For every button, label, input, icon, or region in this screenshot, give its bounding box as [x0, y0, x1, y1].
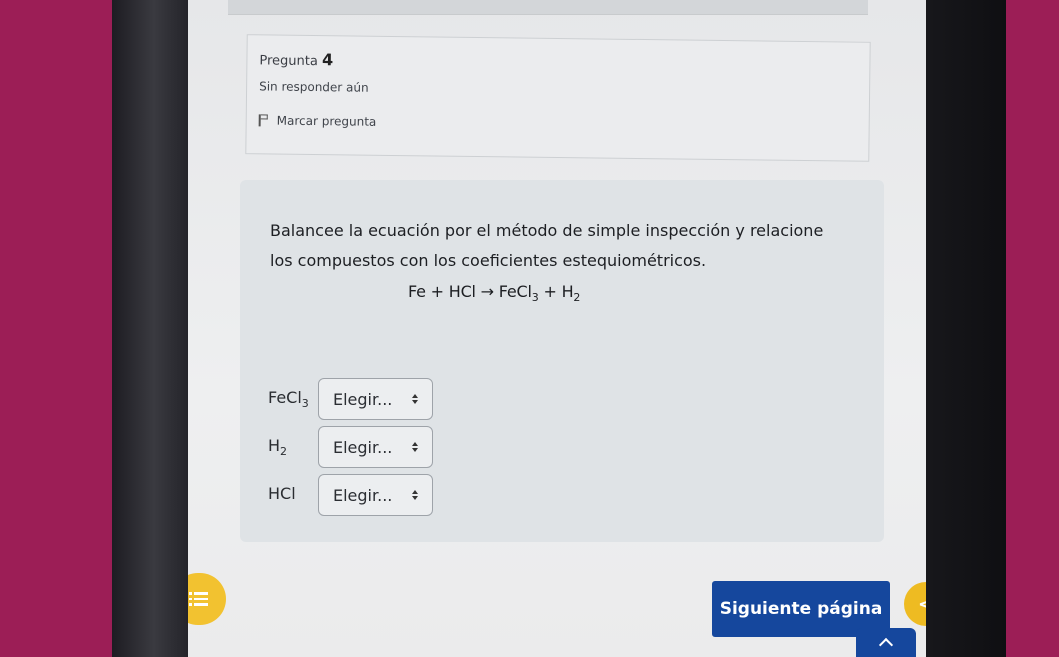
flag-question-label: Marcar pregunta — [276, 113, 377, 129]
coefficient-select[interactable]: Elegir... — [318, 426, 433, 468]
flag-icon — [259, 114, 269, 126]
equation-part-1: Fe + HCl → FeCl — [408, 282, 532, 301]
scroll-to-top-button[interactable] — [856, 628, 916, 657]
question-label: Pregunta 4 — [259, 49, 333, 69]
previous-page-button[interactable]: < — [904, 582, 926, 626]
list-icon — [189, 592, 208, 606]
top-strip — [228, 0, 868, 15]
chemical-equation: Fe + HCl → FeCl3 + H2 — [408, 282, 580, 304]
device-bezel-left — [112, 0, 188, 657]
select-value: Elegir... — [333, 389, 393, 409]
compound-label: H2 — [268, 436, 318, 458]
question-content: Balancee la ecuación por el método de si… — [240, 180, 884, 542]
question-number: 4 — [321, 50, 334, 70]
flag-question-link[interactable]: Marcar pregunta — [259, 113, 377, 129]
compound-label: HCl — [268, 484, 318, 506]
compound-name: H — [268, 435, 281, 455]
question-status: Sin responder aún — [259, 79, 369, 95]
compound-subscript: 2 — [280, 445, 288, 459]
caret-up-icon — [878, 637, 894, 653]
compound-name: HCl — [268, 483, 296, 503]
equation-sub-1: 3 — [531, 291, 539, 305]
device-bezel-right — [920, 0, 1006, 657]
question-label-text: Pregunta — [259, 53, 318, 70]
equation-part-2: + H — [538, 282, 574, 301]
match-row: H2 Elegir... — [268, 426, 433, 468]
match-row: HCl Elegir... — [268, 474, 433, 516]
select-arrows-icon — [412, 394, 418, 404]
select-arrows-icon — [412, 490, 418, 500]
compound-subscript: 3 — [301, 397, 309, 411]
select-arrows-icon — [412, 442, 418, 452]
coefficient-select[interactable]: Elegir... — [318, 378, 433, 420]
select-value: Elegir... — [333, 485, 393, 505]
coefficient-select[interactable]: Elegir... — [318, 474, 433, 516]
select-value: Elegir... — [333, 437, 393, 457]
question-text: Balancee la ecuación por el método de si… — [270, 221, 824, 270]
equation-sub-2: 2 — [573, 291, 581, 305]
compound-name: FeCl — [268, 387, 302, 407]
match-row: FeCl3 Elegir... — [268, 378, 433, 420]
question-info-box: Pregunta 4 Sin responder aún Marcar preg… — [245, 34, 871, 162]
screen: Pregunta 4 Sin responder aún Marcar preg… — [188, 0, 926, 657]
question-navigation-button[interactable] — [188, 573, 226, 625]
compound-label: FeCl3 — [268, 388, 318, 410]
